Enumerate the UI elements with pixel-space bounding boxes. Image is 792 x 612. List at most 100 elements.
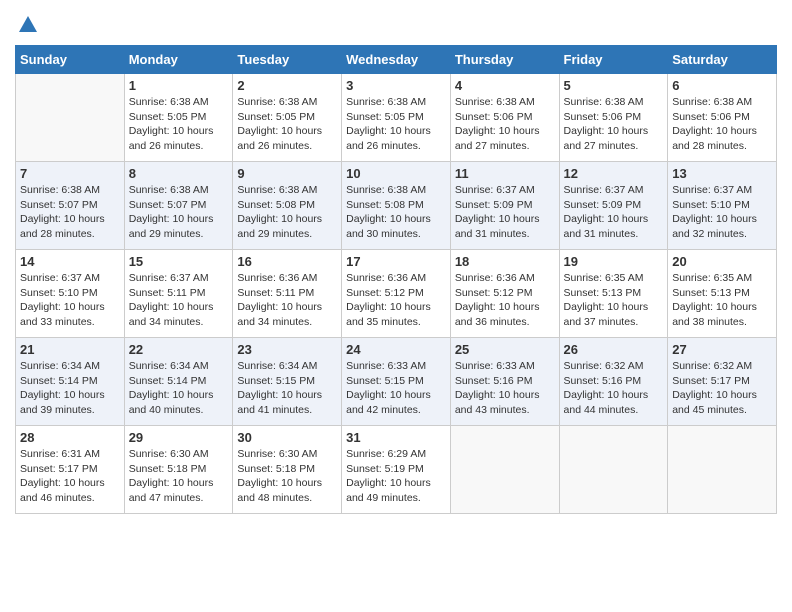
day-number: 21 xyxy=(20,342,120,357)
calendar-cell: 16Sunrise: 6:36 AM Sunset: 5:11 PM Dayli… xyxy=(233,250,342,338)
col-header-sunday: Sunday xyxy=(16,46,125,74)
day-info: Sunrise: 6:37 AM Sunset: 5:11 PM Dayligh… xyxy=(129,271,229,330)
day-number: 23 xyxy=(237,342,337,357)
day-number: 14 xyxy=(20,254,120,269)
calendar-cell: 7 Sunrise: 6:38 AM Sunset: 5:07 PM Daylig… xyxy=(16,162,125,250)
calendar-cell: 14 Sunrise: 6:37 AM Sunset: 5:10 PM Dayli… xyxy=(16,250,125,338)
calendar-cell: 10 Sunrise: 6:38 AM Sunset: 5:08 PM Dayli… xyxy=(342,162,451,250)
calendar-cell: 11 Sunrise: 6:37 AM Sunset: 5:09 PM Dayli… xyxy=(450,162,559,250)
day-info: Sunrise: 6:38 AM Sunset: 5:05 PM Dayligh… xyxy=(237,95,337,154)
day-number: 15 xyxy=(129,254,229,269)
day-number: 7 xyxy=(20,166,120,181)
calendar-cell: 15 Sunrise: 6:37 AM Sunset: 5:11 PM Dayli… xyxy=(124,250,233,338)
day-info: Sunrise: 6:34 AM Sunset: 5:15 PM Dayligh… xyxy=(237,359,337,418)
header-row: SundayMondayTuesdayWednesdayThursdayFrid… xyxy=(16,46,777,74)
week-row-3: 14 Sunrise: 6:37 AM Sunset: 5:10 PM Dayli… xyxy=(16,250,777,338)
day-info: Sunrise: 6:38 AM Sunset: 5:07 PM Dayligh… xyxy=(129,183,229,242)
calendar-cell xyxy=(559,426,668,514)
day-number: 16 xyxy=(237,254,337,269)
day-info: Sunrise: 6:37 AM Sunset: 5:09 PM Dayligh… xyxy=(455,183,555,242)
calendar-cell: 19 Sunrise: 6:35 AM Sunset: 5:13 PM Dayli… xyxy=(559,250,668,338)
day-info: Sunrise: 6:38 AM Sunset: 5:08 PM Dayligh… xyxy=(237,183,337,242)
day-info: Sunrise: 6:37 AM Sunset: 5:10 PM Dayligh… xyxy=(672,183,772,242)
page-header xyxy=(15,10,777,41)
calendar-cell: 30Sunrise: 6:30 AM Sunset: 5:18 PM Dayli… xyxy=(233,426,342,514)
calendar-cell: 9Sunrise: 6:38 AM Sunset: 5:08 PM Daylig… xyxy=(233,162,342,250)
calendar-cell: 6 Sunrise: 6:38 AM Sunset: 5:06 PM Daylig… xyxy=(668,74,777,162)
calendar-cell: 28 Sunrise: 6:31 AM Sunset: 5:17 PM Dayli… xyxy=(16,426,125,514)
calendar-cell: 29 Sunrise: 6:30 AM Sunset: 5:18 PM Dayli… xyxy=(124,426,233,514)
day-number: 27 xyxy=(672,342,772,357)
day-number: 10 xyxy=(346,166,446,181)
col-header-wednesday: Wednesday xyxy=(342,46,451,74)
week-row-5: 28 Sunrise: 6:31 AM Sunset: 5:17 PM Dayli… xyxy=(16,426,777,514)
day-number: 17 xyxy=(346,254,446,269)
calendar-table: SundayMondayTuesdayWednesdayThursdayFrid… xyxy=(15,45,777,514)
calendar-cell: 23 Sunrise: 6:34 AM Sunset: 5:15 PM Dayli… xyxy=(233,338,342,426)
day-info: Sunrise: 6:36 AM Sunset: 5:12 PM Dayligh… xyxy=(455,271,555,330)
calendar-cell: 5 Sunrise: 6:38 AM Sunset: 5:06 PM Daylig… xyxy=(559,74,668,162)
day-info: Sunrise: 6:34 AM Sunset: 5:14 PM Dayligh… xyxy=(129,359,229,418)
week-row-2: 7 Sunrise: 6:38 AM Sunset: 5:07 PM Daylig… xyxy=(16,162,777,250)
logo xyxy=(15,16,39,41)
calendar-cell xyxy=(450,426,559,514)
calendar-cell: 1 Sunrise: 6:38 AM Sunset: 5:05 PM Daylig… xyxy=(124,74,233,162)
calendar-cell: 3Sunrise: 6:38 AM Sunset: 5:05 PM Daylig… xyxy=(342,74,451,162)
day-number: 31 xyxy=(346,430,446,445)
calendar-cell: 25Sunrise: 6:33 AM Sunset: 5:16 PM Dayli… xyxy=(450,338,559,426)
day-info: Sunrise: 6:38 AM Sunset: 5:06 PM Dayligh… xyxy=(672,95,772,154)
day-info: Sunrise: 6:29 AM Sunset: 5:19 PM Dayligh… xyxy=(346,447,446,506)
calendar-cell: 24 Sunrise: 6:33 AM Sunset: 5:15 PM Dayli… xyxy=(342,338,451,426)
day-info: Sunrise: 6:32 AM Sunset: 5:17 PM Dayligh… xyxy=(672,359,772,418)
col-header-tuesday: Tuesday xyxy=(233,46,342,74)
day-number: 30 xyxy=(237,430,337,445)
day-number: 8 xyxy=(129,166,229,181)
day-info: Sunrise: 6:35 AM Sunset: 5:13 PM Dayligh… xyxy=(672,271,772,330)
calendar-cell: 8 Sunrise: 6:38 AM Sunset: 5:07 PM Daylig… xyxy=(124,162,233,250)
day-info: Sunrise: 6:37 AM Sunset: 5:10 PM Dayligh… xyxy=(20,271,120,330)
day-info: Sunrise: 6:38 AM Sunset: 5:06 PM Dayligh… xyxy=(455,95,555,154)
calendar-cell: 2Sunrise: 6:38 AM Sunset: 5:05 PM Daylig… xyxy=(233,74,342,162)
day-number: 19 xyxy=(564,254,664,269)
calendar-cell xyxy=(16,74,125,162)
day-number: 28 xyxy=(20,430,120,445)
day-info: Sunrise: 6:31 AM Sunset: 5:17 PM Dayligh… xyxy=(20,447,120,506)
calendar-cell: 4 Sunrise: 6:38 AM Sunset: 5:06 PM Daylig… xyxy=(450,74,559,162)
calendar-cell xyxy=(668,426,777,514)
day-info: Sunrise: 6:38 AM Sunset: 5:06 PM Dayligh… xyxy=(564,95,664,154)
day-info: Sunrise: 6:38 AM Sunset: 5:05 PM Dayligh… xyxy=(346,95,446,154)
col-header-monday: Monday xyxy=(124,46,233,74)
day-number: 29 xyxy=(129,430,229,445)
day-number: 26 xyxy=(564,342,664,357)
day-number: 18 xyxy=(455,254,555,269)
calendar-cell: 26 Sunrise: 6:32 AM Sunset: 5:16 PM Dayli… xyxy=(559,338,668,426)
day-number: 1 xyxy=(129,78,229,93)
day-info: Sunrise: 6:36 AM Sunset: 5:12 PM Dayligh… xyxy=(346,271,446,330)
day-number: 11 xyxy=(455,166,555,181)
day-number: 12 xyxy=(564,166,664,181)
calendar-cell: 12Sunrise: 6:37 AM Sunset: 5:09 PM Dayli… xyxy=(559,162,668,250)
day-number: 4 xyxy=(455,78,555,93)
day-info: Sunrise: 6:30 AM Sunset: 5:18 PM Dayligh… xyxy=(129,447,229,506)
day-number: 24 xyxy=(346,342,446,357)
day-number: 6 xyxy=(672,78,772,93)
day-number: 13 xyxy=(672,166,772,181)
day-number: 5 xyxy=(564,78,664,93)
day-info: Sunrise: 6:35 AM Sunset: 5:13 PM Dayligh… xyxy=(564,271,664,330)
day-number: 20 xyxy=(672,254,772,269)
calendar-cell: 21 Sunrise: 6:34 AM Sunset: 5:14 PM Dayli… xyxy=(16,338,125,426)
logo-icon xyxy=(17,14,39,36)
day-info: Sunrise: 6:38 AM Sunset: 5:07 PM Dayligh… xyxy=(20,183,120,242)
day-info: Sunrise: 6:34 AM Sunset: 5:14 PM Dayligh… xyxy=(20,359,120,418)
day-info: Sunrise: 6:33 AM Sunset: 5:15 PM Dayligh… xyxy=(346,359,446,418)
day-info: Sunrise: 6:38 AM Sunset: 5:08 PM Dayligh… xyxy=(346,183,446,242)
day-info: Sunrise: 6:32 AM Sunset: 5:16 PM Dayligh… xyxy=(564,359,664,418)
day-info: Sunrise: 6:33 AM Sunset: 5:16 PM Dayligh… xyxy=(455,359,555,418)
week-row-4: 21 Sunrise: 6:34 AM Sunset: 5:14 PM Dayli… xyxy=(16,338,777,426)
calendar-cell: 31 Sunrise: 6:29 AM Sunset: 5:19 PM Dayli… xyxy=(342,426,451,514)
week-row-1: 1 Sunrise: 6:38 AM Sunset: 5:05 PM Daylig… xyxy=(16,74,777,162)
day-number: 22 xyxy=(129,342,229,357)
calendar-cell: 18 Sunrise: 6:36 AM Sunset: 5:12 PM Dayli… xyxy=(450,250,559,338)
day-info: Sunrise: 6:38 AM Sunset: 5:05 PM Dayligh… xyxy=(129,95,229,154)
col-header-thursday: Thursday xyxy=(450,46,559,74)
